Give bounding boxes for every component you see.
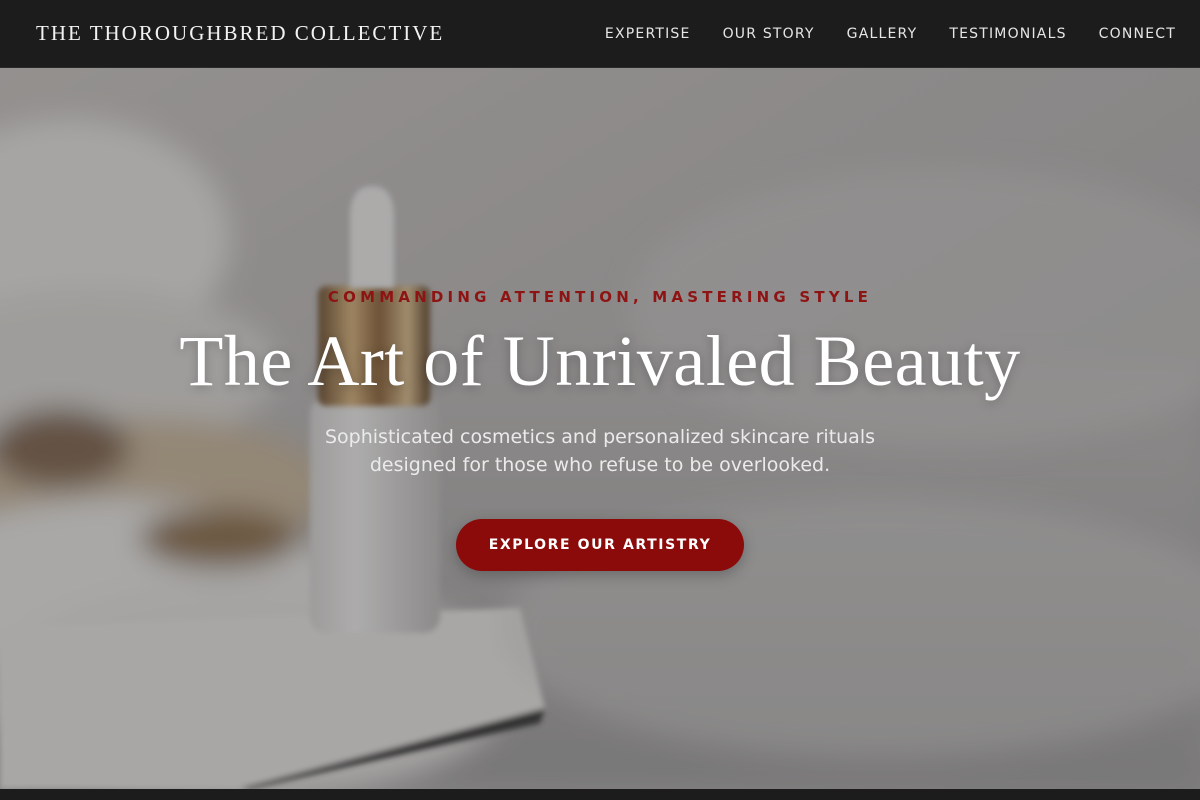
hero-content: COMMANDING ATTENTION, MASTERING STYLE Th… — [0, 68, 1200, 789]
nav-link-testimonials[interactable]: TESTIMONIALS — [949, 26, 1066, 42]
nav-link-expertise[interactable]: EXPERTISE — [605, 26, 691, 42]
hero-section: COMMANDING ATTENTION, MASTERING STYLE Th… — [0, 68, 1200, 789]
hero-eyebrow-tagline: COMMANDING ATTENTION, MASTERING STYLE — [327, 288, 873, 306]
hero-title: The Art of Unrivaled Beauty — [179, 321, 1021, 401]
nav-link-gallery[interactable]: GALLERY — [847, 26, 918, 42]
main-nav: EXPERTISE OUR STORY GALLERY TESTIMONIALS… — [605, 26, 1176, 42]
nav-link-connect[interactable]: CONNECT — [1099, 26, 1176, 42]
hero-subtitle: Sophisticated cosmetics and personalized… — [324, 426, 876, 476]
next-section-edge — [0, 789, 1200, 800]
top-navigation-bar: THE THOROUGHBRED COLLECTIVE EXPERTISE OU… — [0, 0, 1200, 68]
explore-artistry-button[interactable]: EXPLORE OUR ARTISTRY — [456, 519, 744, 571]
nav-link-our-story[interactable]: OUR STORY — [723, 26, 815, 42]
brand-logo-text[interactable]: THE THOROUGHBRED COLLECTIVE — [36, 21, 444, 46]
